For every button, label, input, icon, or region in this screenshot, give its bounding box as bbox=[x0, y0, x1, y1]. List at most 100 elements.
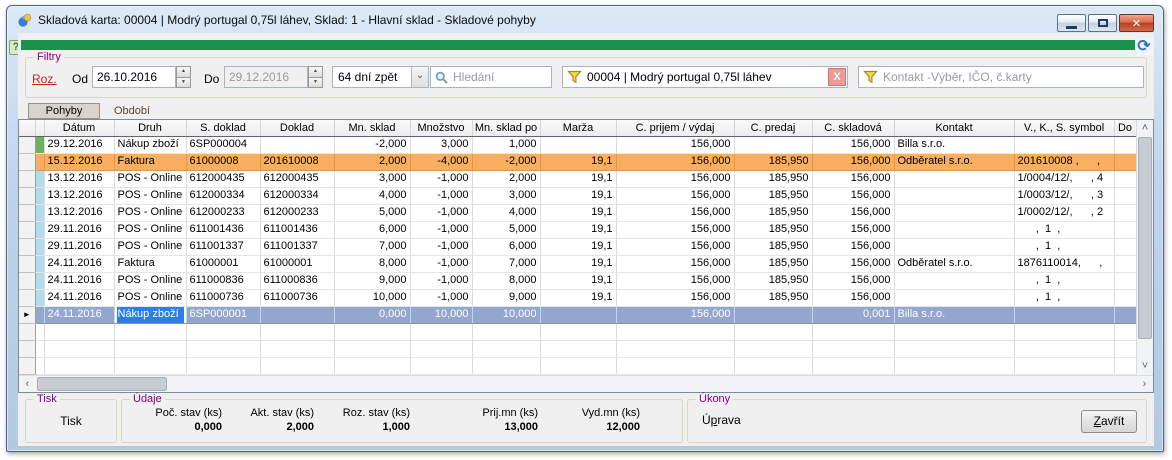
cell-s_doklad[interactable]: 611001337 bbox=[186, 238, 260, 255]
cell-c_predaj[interactable] bbox=[734, 136, 812, 153]
scroll-down-icon[interactable]: ˅ bbox=[1137, 358, 1153, 375]
cell-do[interactable] bbox=[1114, 221, 1136, 238]
cell-marza[interactable]: 19,1 bbox=[540, 153, 616, 170]
maximize-button[interactable] bbox=[1088, 14, 1117, 32]
cell-mnozstvo[interactable]: 3,000 bbox=[410, 136, 472, 153]
cell-doklad[interactable]: 201610008 bbox=[260, 153, 334, 170]
row-selector[interactable] bbox=[19, 187, 35, 204]
cell-mnozstvo[interactable]: -1,000 bbox=[410, 187, 472, 204]
cell-kontakt[interactable] bbox=[894, 221, 1014, 238]
column-header-mn_sklad_po[interactable]: Mn. sklad po bbox=[472, 120, 540, 136]
cell-mn_sklad_po[interactable]: 2,000 bbox=[472, 170, 540, 187]
cell-do[interactable] bbox=[1114, 255, 1136, 272]
close-window-button[interactable]: Zavřít bbox=[1081, 410, 1137, 433]
contact-filter-input[interactable] bbox=[879, 70, 1143, 84]
cell-datum[interactable]: 29.12.2016 bbox=[44, 136, 114, 153]
date-to-input[interactable] bbox=[225, 70, 307, 84]
cell-druh[interactable]: Faktura bbox=[114, 153, 186, 170]
edit-action[interactable]: Úprava bbox=[702, 413, 741, 427]
scroll-right-icon[interactable]: › bbox=[1136, 376, 1153, 392]
cell-c_skladova[interactable]: 156,000 bbox=[812, 289, 894, 306]
cell-c_prijem_vydaj[interactable]: 156,000 bbox=[616, 221, 734, 238]
row-selector[interactable] bbox=[19, 272, 35, 289]
cell-marza[interactable]: 19,1 bbox=[540, 238, 616, 255]
cell-c_skladova[interactable]: 156,000 bbox=[812, 153, 894, 170]
cell-druh[interactable]: POS - Online bbox=[114, 187, 186, 204]
cell-doklad[interactable]: 612000435 bbox=[260, 170, 334, 187]
cell-datum[interactable]: 24.11.2016 bbox=[44, 255, 114, 272]
table-row[interactable]: 24.11.2016POS - Online611000736611000736… bbox=[19, 289, 1136, 306]
column-header-mn_sklad[interactable]: Mn. sklad bbox=[334, 120, 410, 136]
cell-doklad[interactable]: 611001337 bbox=[260, 238, 334, 255]
row-selector[interactable] bbox=[19, 340, 35, 357]
cell-kontakt[interactable]: Billa s.r.o. bbox=[894, 136, 1014, 153]
tab-pohyby[interactable]: Pohyby bbox=[28, 103, 100, 119]
cell-mn_sklad[interactable]: 9,000 bbox=[334, 272, 410, 289]
column-header-doklad[interactable]: Doklad bbox=[260, 120, 334, 136]
cell-do[interactable] bbox=[1114, 238, 1136, 255]
cell-druh[interactable]: Faktura bbox=[114, 255, 186, 272]
cell-mnozstvo[interactable]: 10,000 bbox=[410, 306, 472, 323]
cell-mnozstvo[interactable]: -1,000 bbox=[410, 170, 472, 187]
cell-vks_symbol[interactable]: 1/0004/12/, , 4 bbox=[1014, 170, 1114, 187]
roz-link[interactable]: Roz. bbox=[32, 72, 57, 86]
table-row[interactable]: 29.12.2016Nákup zboží6SP000004-2,0003,00… bbox=[19, 136, 1136, 153]
cell-c_prijem_vydaj[interactable]: 156,000 bbox=[616, 153, 734, 170]
cell-mn_sklad[interactable]: 4,000 bbox=[334, 187, 410, 204]
vertical-scroll-thumb[interactable] bbox=[1138, 137, 1152, 339]
horizontal-scrollbar[interactable]: ‹ › bbox=[19, 375, 1153, 392]
cell-kontakt[interactable] bbox=[894, 238, 1014, 255]
cell-doklad[interactable] bbox=[260, 136, 334, 153]
cell-mn_sklad_po[interactable]: 8,000 bbox=[472, 272, 540, 289]
cell-c_prijem_vydaj[interactable]: 156,000 bbox=[616, 204, 734, 221]
row-selector[interactable] bbox=[19, 323, 35, 340]
cell-kontakt[interactable] bbox=[894, 272, 1014, 289]
cell-mnozstvo[interactable]: -1,000 bbox=[410, 204, 472, 221]
row-selector[interactable] bbox=[19, 289, 35, 306]
spin-up-icon[interactable]: ▲ bbox=[308, 66, 323, 78]
cell-c_skladova[interactable]: 156,000 bbox=[812, 221, 894, 238]
cell-mn_sklad_po[interactable]: 4,000 bbox=[472, 204, 540, 221]
range-dropdown[interactable]: 64 dní zpět ⌄ bbox=[332, 66, 429, 88]
cell-druh[interactable]: POS - Online bbox=[114, 204, 186, 221]
cell-mn_sklad_po[interactable]: 10,000 bbox=[472, 306, 540, 323]
cell-s_doklad[interactable]: 612000435 bbox=[186, 170, 260, 187]
cell-vks_symbol[interactable]: 1/0003/12/, , 3 bbox=[1014, 187, 1114, 204]
horizontal-scroll-thumb[interactable] bbox=[37, 377, 167, 391]
cell-vks_symbol[interactable]: 1876110014, , bbox=[1014, 255, 1114, 272]
cell-datum[interactable]: 13.12.2016 bbox=[44, 204, 114, 221]
scroll-up-icon[interactable]: ˄ bbox=[1137, 120, 1153, 137]
cell-mnozstvo[interactable]: -1,000 bbox=[410, 221, 472, 238]
cell-do[interactable] bbox=[1114, 272, 1136, 289]
cell-s_doklad[interactable]: 612000233 bbox=[186, 204, 260, 221]
row-selector[interactable] bbox=[19, 153, 35, 170]
cell-mn_sklad_po[interactable]: -2,000 bbox=[472, 153, 540, 170]
cell-vks_symbol[interactable]: , 1 , bbox=[1014, 289, 1114, 306]
row-selector[interactable] bbox=[19, 255, 35, 272]
cell-marza[interactable]: 19,1 bbox=[540, 272, 616, 289]
table-row[interactable]: 13.12.2016POS - Online612000233612000233… bbox=[19, 204, 1136, 221]
cell-c_predaj[interactable]: 185,950 bbox=[734, 170, 812, 187]
print-action[interactable]: Tisk bbox=[26, 414, 116, 428]
cell-c_prijem_vydaj[interactable]: 156,000 bbox=[616, 272, 734, 289]
cell-doklad[interactable]: 611001436 bbox=[260, 221, 334, 238]
cell-mn_sklad_po[interactable]: 5,000 bbox=[472, 221, 540, 238]
cell-do[interactable] bbox=[1114, 153, 1136, 170]
column-header-datum[interactable]: Dátum bbox=[44, 120, 114, 136]
product-filter-field[interactable]: X bbox=[562, 66, 848, 88]
cell-druh[interactable]: POS - Online bbox=[114, 289, 186, 306]
cell-do[interactable] bbox=[1114, 306, 1136, 323]
column-header-do[interactable]: Do bbox=[1114, 120, 1136, 136]
cell-mn_sklad_po[interactable]: 6,000 bbox=[472, 238, 540, 255]
cell-mnozstvo[interactable]: -1,000 bbox=[410, 255, 472, 272]
table-row[interactable]: 13.12.2016POS - Online612000334612000334… bbox=[19, 187, 1136, 204]
clear-filter-button[interactable]: X bbox=[828, 68, 846, 86]
cell-c_predaj[interactable]: 185,950 bbox=[734, 187, 812, 204]
cell-doklad[interactable]: 612000334 bbox=[260, 187, 334, 204]
column-header-c_prijem_vydaj[interactable]: C. prijem / výdaj bbox=[616, 120, 734, 136]
column-header-s_doklad[interactable]: S. doklad bbox=[186, 120, 260, 136]
product-filter-input[interactable] bbox=[583, 70, 828, 84]
cell-doklad[interactable]: 61000001 bbox=[260, 255, 334, 272]
cell-datum[interactable]: 24.11.2016 bbox=[44, 289, 114, 306]
title-bar[interactable]: Skladová karta: 00004 | Modrý portugal 0… bbox=[7, 6, 1163, 32]
